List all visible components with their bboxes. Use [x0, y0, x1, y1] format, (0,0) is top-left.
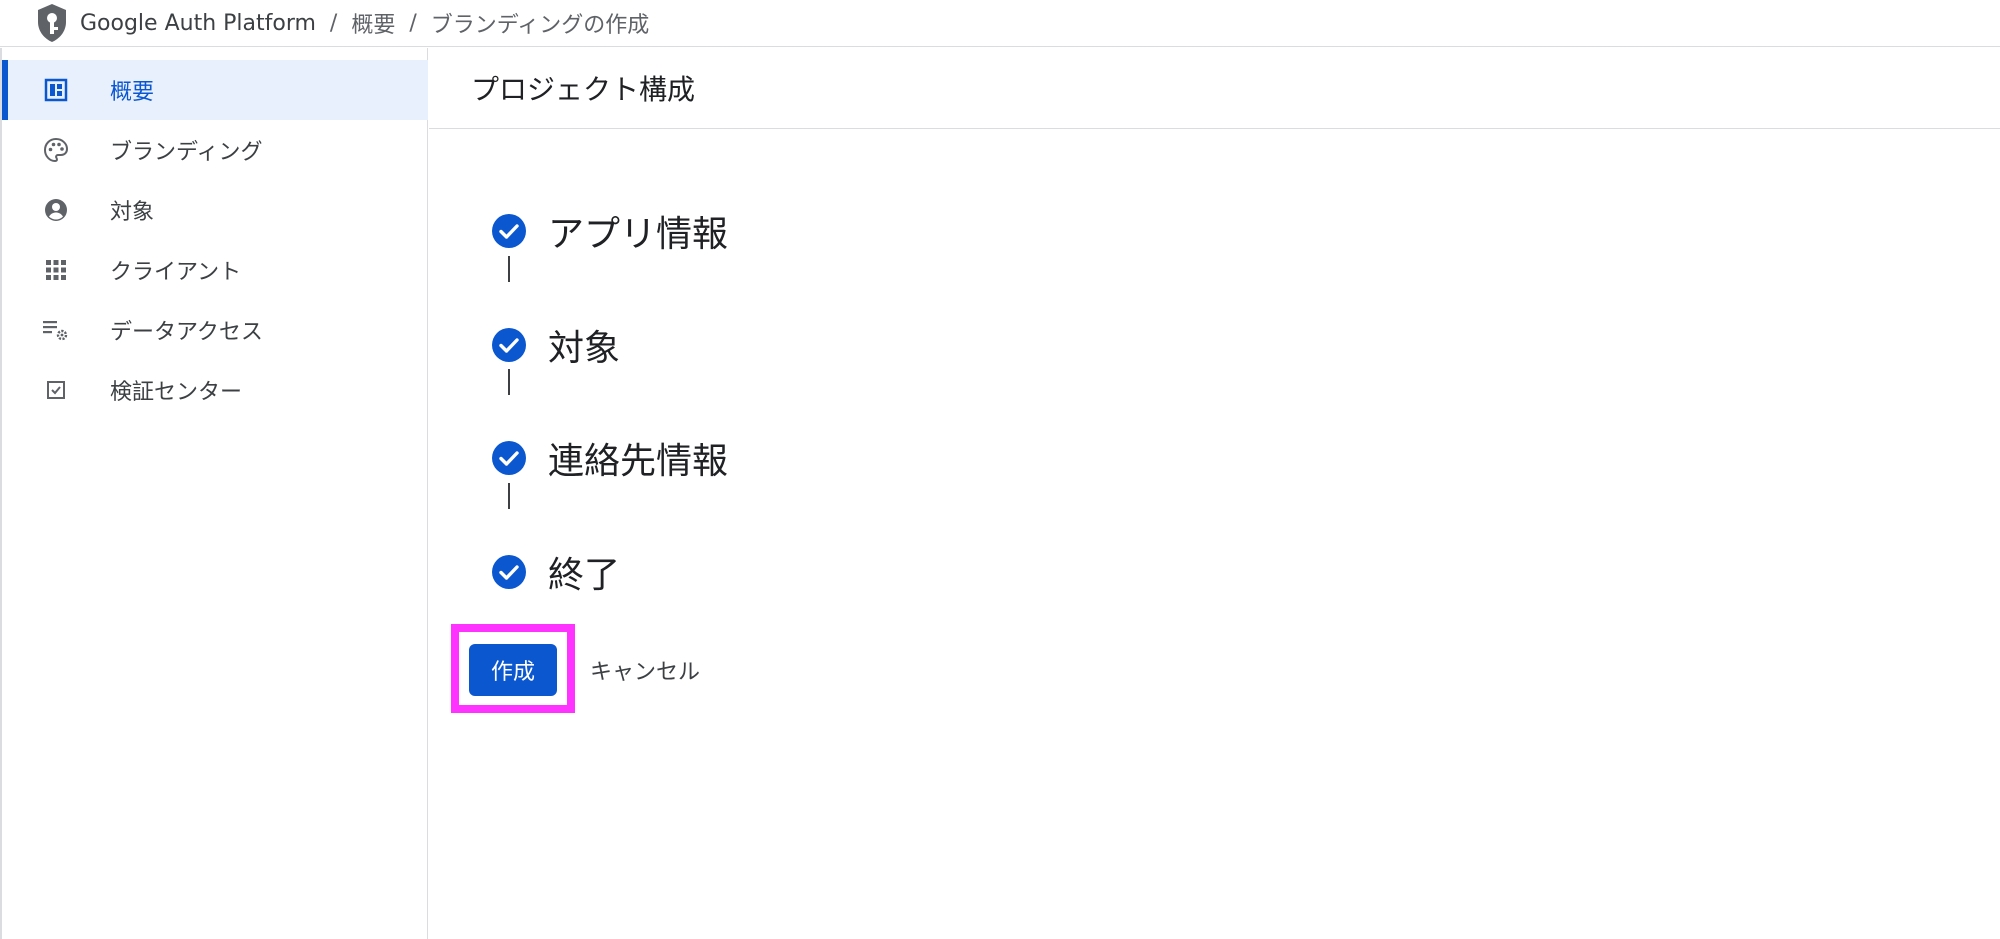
check-circle-icon: [492, 214, 526, 248]
sidebar-item-data-access[interactable]: データアクセス: [2, 300, 428, 360]
sidebar-item-clients[interactable]: クライアント: [2, 240, 428, 300]
step-finish: 終了: [492, 546, 620, 598]
breadcrumb-separator: /: [409, 10, 417, 36]
step-connector: [508, 369, 510, 395]
step-label: 対象: [548, 328, 621, 369]
sidebar-item-verification-center[interactable]: 検証センター: [2, 360, 428, 420]
step-contact-info: 連絡先情報: [492, 432, 728, 484]
sidebar: 概要 ブランディング 対象 クライアント データアクセス 検証センター: [0, 48, 428, 939]
sidebar-item-label: 対象: [110, 200, 155, 225]
step-connector: [508, 483, 510, 509]
breadcrumb-product[interactable]: Google Auth Platform: [80, 11, 316, 36]
list-settings-icon: [42, 316, 70, 344]
checkbox-icon: [42, 376, 70, 404]
breadcrumb-separator: /: [329, 10, 338, 36]
sidebar-item-overview[interactable]: 概要: [2, 60, 428, 120]
sidebar-item-label: データアクセス: [110, 320, 263, 345]
step-label: アプリ情報: [548, 214, 729, 255]
breadcrumb: Google Auth Platform / 概要 / ブランディングの作成: [80, 7, 649, 39]
step-connector: [508, 256, 510, 282]
account-circle-icon: [42, 196, 70, 224]
sidebar-item-label: 概要: [110, 80, 155, 105]
dashboard-icon: [42, 76, 70, 104]
page-title: プロジェクト構成: [429, 48, 2000, 129]
cancel-button[interactable]: キャンセル: [590, 650, 700, 690]
create-button[interactable]: 作成: [469, 644, 557, 696]
step-label: 連絡先情報: [548, 441, 729, 482]
palette-icon: [42, 136, 70, 164]
sidebar-item-branding[interactable]: ブランディング: [2, 120, 428, 180]
step-app-info: アプリ情報: [492, 205, 728, 257]
sidebar-item-label: ブランディング: [110, 140, 263, 165]
check-circle-icon: [492, 328, 526, 362]
step-label: 終了: [548, 555, 621, 596]
breadcrumb-item-overview[interactable]: 概要: [351, 7, 395, 39]
sidebar-item-audience[interactable]: 対象: [2, 180, 428, 240]
auth-platform-shield-icon: [36, 2, 72, 44]
apps-grid-icon: [42, 256, 70, 284]
sidebar-item-label: クライアント: [110, 260, 242, 285]
top-bar: Google Auth Platform / 概要 / ブランディングの作成: [0, 0, 2000, 47]
step-audience: 対象: [492, 319, 620, 371]
breadcrumb-item-create-branding: ブランディングの作成: [430, 13, 650, 38]
sidebar-item-label: 検証センター: [110, 380, 243, 405]
check-circle-icon: [492, 441, 526, 475]
check-circle-icon: [492, 555, 526, 589]
